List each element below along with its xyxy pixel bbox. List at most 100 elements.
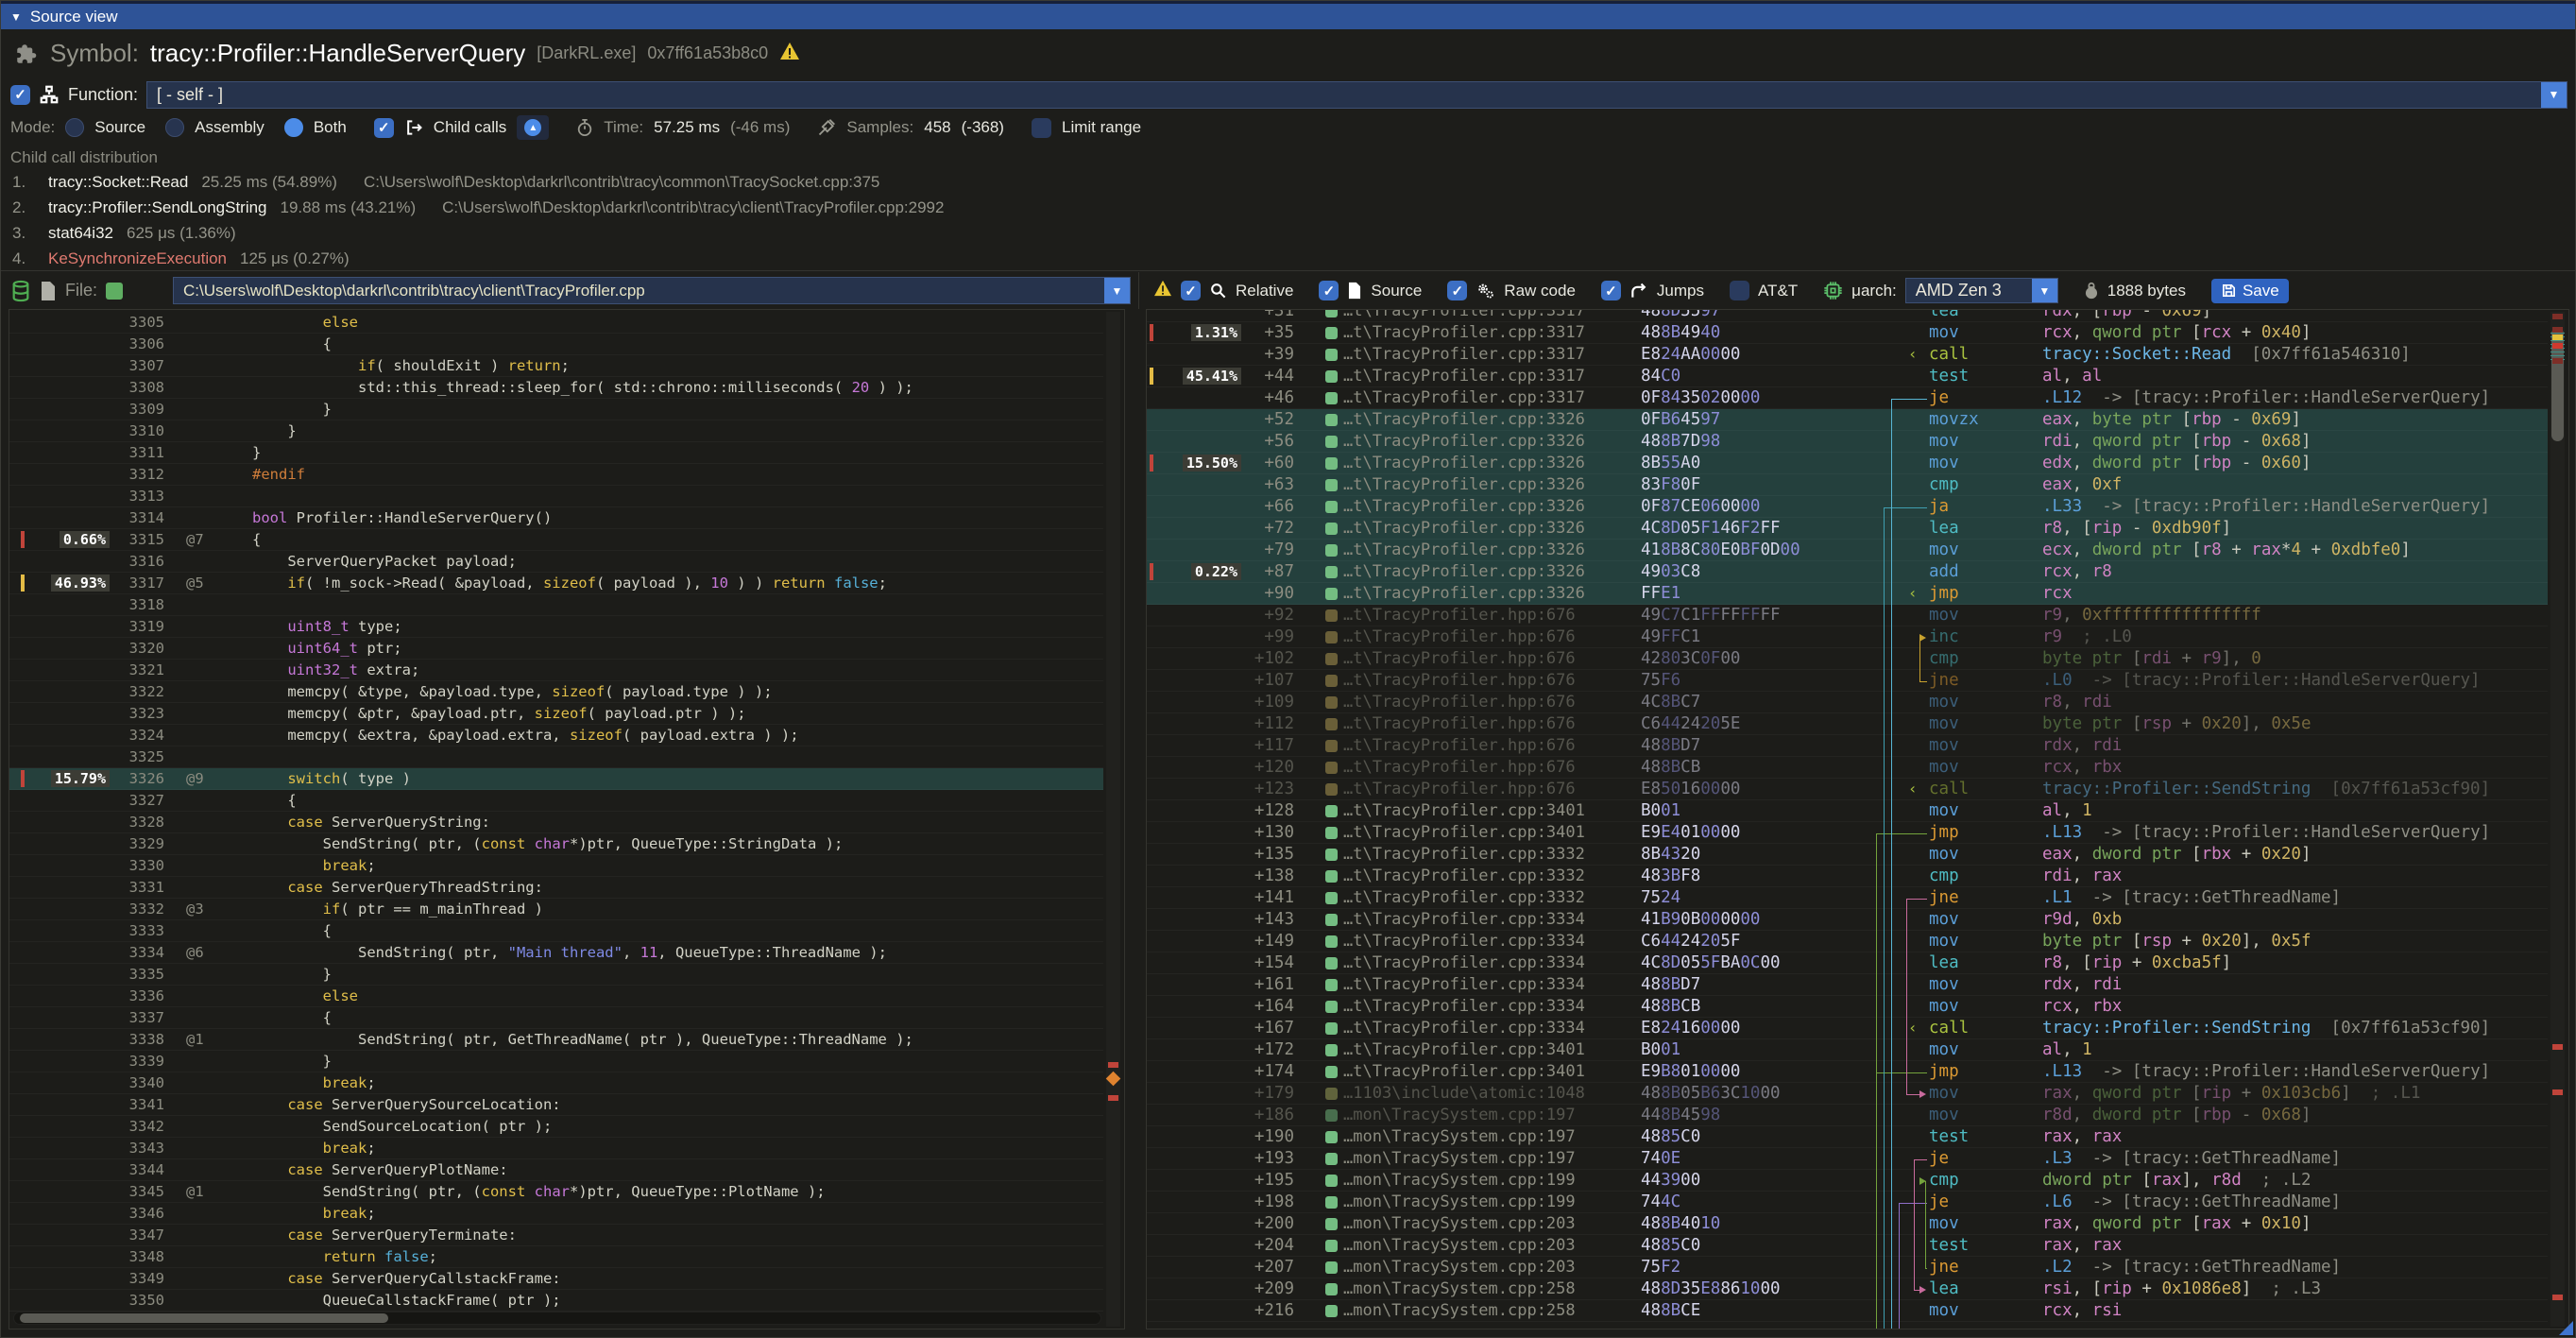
source-line[interactable]: 46.93%3317@5 if( !m_sock->Read( &payload… (9, 573, 1103, 594)
child-call-entry[interactable]: 1.tracy::Socket::Read25.25 ms (54.89%)C:… (1, 169, 2575, 195)
asm-row[interactable]: +79…t\TracyProfiler.cpp:3326418B8C80E0BF… (1147, 540, 2548, 561)
asm-row[interactable]: +161…t\TracyProfiler.cpp:3334488BD7movrd… (1147, 974, 2548, 996)
asm-row[interactable]: +31…t\TracyProfiler.cpp:3317488D5597lear… (1147, 309, 2548, 322)
asm-row[interactable]: +123…t\TracyProfiler.hpp:676E850160000ca… (1147, 779, 2548, 800)
asm-row[interactable]: +198…mon\TracySystem.cpp:199744Cje.L6 ->… (1147, 1192, 2548, 1213)
asm-row[interactable]: +63…t\TracyProfiler.cpp:332683F80Fcmpeax… (1147, 474, 2548, 496)
asm-row[interactable]: +172…t\TracyProfiler.cpp:3401B001moval, … (1147, 1039, 2548, 1061)
source-line[interactable]: 3347 case ServerQueryTerminate: (9, 1225, 1103, 1246)
asm-row[interactable]: +186…mon\TracySystem.cpp:197448B4598movr… (1147, 1105, 2548, 1126)
radio-both[interactable] (284, 118, 303, 137)
asm-row[interactable]: +107…t\TracyProfiler.hpp:67675F6jne.L0 -… (1147, 670, 2548, 692)
source-line[interactable]: 3319 uint8_t type; (9, 616, 1103, 638)
source-line[interactable]: 3339 } (9, 1051, 1103, 1072)
asm-row[interactable]: +112…t\TracyProfiler.hpp:676C64424205Emo… (1147, 713, 2548, 735)
source-line[interactable]: 3343 break; (9, 1138, 1103, 1159)
source-line[interactable]: 3321 uint32_t extra; (9, 660, 1103, 681)
assembly-pane[interactable]: +31…t\TracyProfiler.cpp:3317488D5597lear… (1146, 309, 2569, 1329)
asm-row[interactable]: +56…t\TracyProfiler.cpp:3326488B7D98movr… (1147, 431, 2548, 453)
jumps-checkbox[interactable]: ✓ (1601, 281, 1621, 300)
asm-row[interactable]: +207…mon\TracySystem.cpp:20375F2jne.L2 -… (1147, 1257, 2548, 1278)
asm-row[interactable]: +99…t\TracyProfiler.hpp:67649FFC1incr9 ;… (1147, 626, 2548, 648)
asm-row[interactable]: +141…t\TracyProfiler.cpp:33327524jne.L1 … (1147, 887, 2548, 909)
source-line[interactable]: 3336 else (9, 986, 1103, 1007)
collapse-icon[interactable]: ▼ (10, 10, 22, 24)
save-button[interactable]: Save (2211, 279, 2289, 303)
assembly-scrollbar[interactable] (2550, 312, 2565, 1327)
asm-row[interactable]: +117…t\TracyProfiler.hpp:676488BD7movrdx… (1147, 735, 2548, 757)
source-line[interactable]: 3344 case ServerQueryPlotName: (9, 1159, 1103, 1181)
source-line[interactable]: 3327 { (9, 790, 1103, 812)
source-checkbox[interactable]: ✓ (1319, 281, 1339, 300)
asm-row[interactable]: 15.50%+60…t\TracyProfiler.cpp:33268B55A0… (1147, 453, 2548, 474)
source-line[interactable]: 3310 } (9, 420, 1103, 442)
asm-row[interactable]: +154…t\TracyProfiler.cpp:33344C8D055FBA0… (1147, 952, 2548, 974)
asm-row[interactable]: +204…mon\TracySystem.cpp:2034885C0testra… (1147, 1235, 2548, 1257)
radio-assembly[interactable] (165, 118, 184, 137)
source-line[interactable]: 3323 memcpy( &ptr, &payload.ptr, sizeof(… (9, 703, 1103, 725)
source-line[interactable]: 3312#endif (9, 464, 1103, 486)
asm-row[interactable]: +102…t\TracyProfiler.hpp:67642803C0F00cm… (1147, 648, 2548, 670)
asm-row[interactable]: +46…t\TracyProfiler.cpp:33170F8435020000… (1147, 387, 2548, 409)
asm-row[interactable]: +190…mon\TracySystem.cpp:1974885C0testra… (1147, 1126, 2548, 1148)
asm-row[interactable]: +167…t\TracyProfiler.cpp:3334E824160000c… (1147, 1018, 2548, 1039)
source-line[interactable]: 3342 SendSourceLocation( ptr ); (9, 1116, 1103, 1138)
asm-row[interactable]: +195…mon\TracySystem.cpp:199443900cmpdwo… (1147, 1170, 2548, 1192)
collapse-child-calls-button[interactable]: ▲ (517, 115, 549, 140)
source-h-scrollbar-thumb[interactable] (20, 1313, 388, 1323)
asm-row[interactable]: 1.31%+35…t\TracyProfiler.cpp:3317488B494… (1147, 322, 2548, 344)
child-call-entry[interactable]: 3.stat64i32625 μs (1.36%) (1, 220, 2575, 246)
asm-row[interactable]: 0.22%+87…t\TracyProfiler.cpp:33264903C8a… (1147, 561, 2548, 583)
file-combo[interactable]: C:\Users\wolf\Desktop\darkrl\contrib\tra… (173, 277, 1131, 304)
source-line[interactable]: 3334@6 SendString( ptr, "Main thread", 1… (9, 942, 1103, 964)
radio-source[interactable] (65, 118, 84, 137)
limit-range-checkbox[interactable] (1032, 118, 1051, 138)
source-line[interactable]: 3322 memcpy( &type, &payload.type, sizeo… (9, 681, 1103, 703)
asm-row[interactable]: +130…t\TracyProfiler.cpp:3401E9E4010000j… (1147, 822, 2548, 844)
chevron-down-icon[interactable]: ▼ (1104, 278, 1130, 303)
source-line[interactable]: 15.79%3326@9 switch( type ) (9, 768, 1103, 790)
asm-row[interactable]: +209…mon\TracySystem.cpp:258488D35E88610… (1147, 1278, 2548, 1300)
source-h-scrollbar[interactable] (13, 1312, 1101, 1325)
source-line[interactable]: 3329 SendString( ptr, (const char*)ptr, … (9, 833, 1103, 855)
asm-row[interactable]: +143…t\TracyProfiler.cpp:333441B90B00000… (1147, 909, 2548, 931)
source-line[interactable]: 3324 memcpy( &extra, &payload.extra, siz… (9, 725, 1103, 746)
function-checkbox[interactable]: ✓ (10, 85, 30, 105)
chevron-down-icon[interactable]: ▼ (2541, 82, 2567, 108)
source-line[interactable]: 3349 case ServerQueryCallstackFrame: (9, 1268, 1103, 1290)
source-line[interactable]: 3337 { (9, 1007, 1103, 1029)
asm-row[interactable]: +135…t\TracyProfiler.cpp:33328B4320movea… (1147, 844, 2548, 866)
function-combo[interactable]: [ - self - ] ▼ (146, 81, 2567, 109)
child-calls-checkbox[interactable]: ✓ (374, 118, 394, 138)
source-line[interactable]: 3340 break; (9, 1072, 1103, 1094)
source-line[interactable]: 3308 std::this_thread::sleep_for( std::c… (9, 377, 1103, 399)
source-line[interactable]: 3314bool Profiler::HandleServerQuery() (9, 507, 1103, 529)
source-line[interactable]: 3346 break; (9, 1203, 1103, 1225)
source-line[interactable]: 3325 (9, 746, 1103, 768)
asm-row[interactable]: +193…mon\TracySystem.cpp:197740Eje.L3 ->… (1147, 1148, 2548, 1170)
chevron-down-icon[interactable]: ▼ (2032, 279, 2057, 302)
title-bar[interactable]: ▼ Source view (1, 1, 2575, 29)
source-line[interactable]: 3320 uint64_t ptr; (9, 638, 1103, 660)
source-pane[interactable]: 3305 else3306 {3307 if( shouldExit ) ret… (9, 309, 1125, 1329)
source-line[interactable]: 3306 { (9, 334, 1103, 355)
source-line[interactable]: 3345@1 SendString( ptr, (const char*)ptr… (9, 1181, 1103, 1203)
source-line[interactable]: 3338@1 SendString( ptr, GetThreadName( p… (9, 1029, 1103, 1051)
child-call-entry[interactable]: 4.KeSynchronizeExecution125 μs (0.27%) (1, 246, 2575, 271)
source-line[interactable]: 3350 QueueCallstackFrame( ptr ); (9, 1290, 1103, 1312)
source-line[interactable]: 3328 case ServerQueryString: (9, 812, 1103, 833)
asm-row[interactable]: +149…t\TracyProfiler.cpp:3334C64424205Fm… (1147, 931, 2548, 952)
asm-row[interactable]: +216…mon\TracySystem.cpp:258488BCEmovrcx… (1147, 1300, 2548, 1322)
child-call-entry[interactable]: 2.tracy::Profiler::SendLongString19.88 m… (1, 195, 2575, 220)
source-line[interactable]: 3307 if( shouldExit ) return; (9, 355, 1103, 377)
asm-row[interactable]: +52…t\TracyProfiler.cpp:33260FB64597movz… (1147, 409, 2548, 431)
source-line[interactable]: 3309 } (9, 399, 1103, 420)
source-line[interactable]: 3332@3 if( ptr == m_mainThread ) (9, 899, 1103, 920)
uarch-combo[interactable]: AMD Zen 3 ▼ (1905, 278, 2058, 303)
relative-checkbox[interactable]: ✓ (1181, 281, 1201, 300)
source-line[interactable]: 3316 ServerQueryPacket payload; (9, 551, 1103, 573)
asm-row[interactable]: +39…t\TracyProfiler.cpp:3317E824AA0000ca… (1147, 344, 2548, 366)
asm-row[interactable]: +200…mon\TracySystem.cpp:203488B4010movr… (1147, 1213, 2548, 1235)
asm-row[interactable]: +128…t\TracyProfiler.cpp:3401B001moval, … (1147, 800, 2548, 822)
source-line[interactable]: 0.66%3315@7{ (9, 529, 1103, 551)
